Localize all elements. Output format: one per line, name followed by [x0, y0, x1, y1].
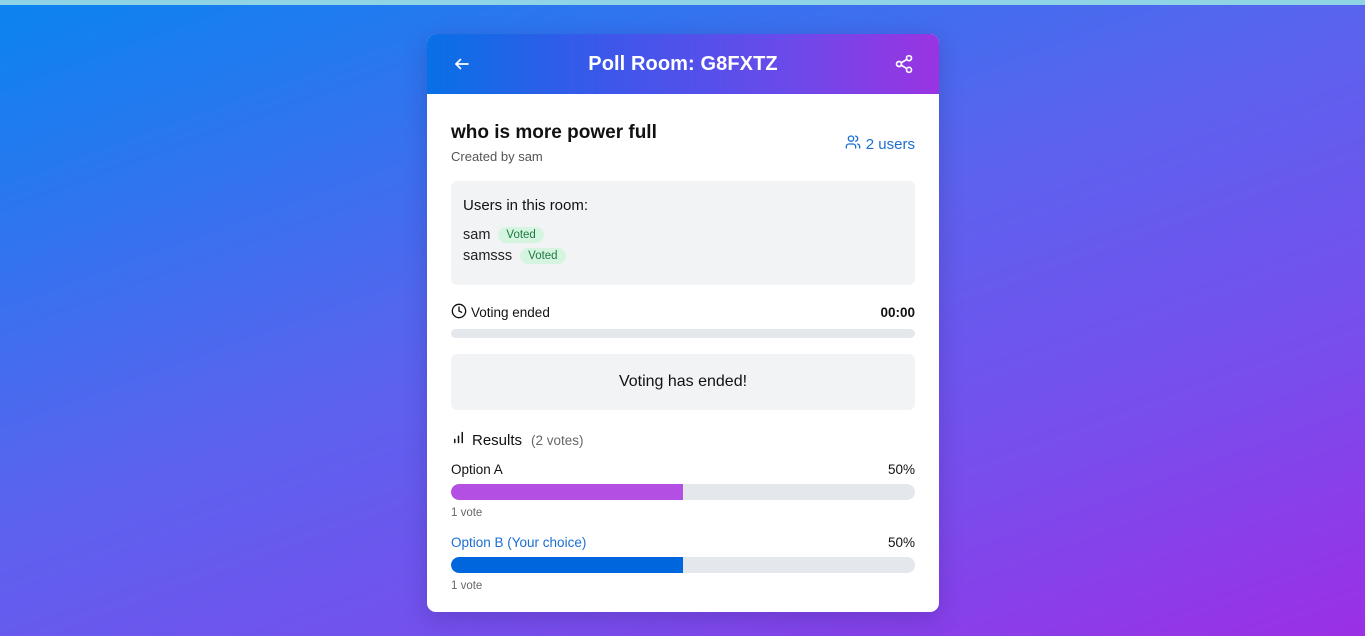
poll-room-header: Poll Room: G8FXTZ: [427, 34, 939, 94]
users-in-room-panel: Users in this room: sam Voted samsss Vot…: [451, 181, 915, 285]
results-total-votes: (2 votes): [531, 432, 584, 448]
timer-row: Voting ended 00:00: [451, 303, 915, 322]
result-option: Option B (Your choice) 50% 1 vote: [451, 535, 915, 592]
poll-content: who is more power full Created by sam 2 …: [427, 94, 939, 592]
users-count-label: 2 users: [865, 135, 915, 153]
timer-label: Voting ended: [451, 303, 550, 322]
option-progress-bar: [451, 484, 915, 500]
arrow-left-icon[interactable]: [451, 53, 473, 75]
users-icon: [845, 134, 861, 154]
top-accent-line: [0, 0, 1365, 5]
option-progress-fill: [451, 484, 683, 500]
timer-label-text: Voting ended: [471, 305, 550, 320]
results-heading: Results (2 votes): [451, 430, 915, 450]
users-count-button[interactable]: 2 users: [845, 134, 915, 154]
timer-progress-bar: [451, 329, 915, 338]
option-votes: 1 vote: [451, 580, 483, 592]
clock-icon: [451, 303, 467, 322]
bar-chart-icon: [451, 430, 466, 450]
option-percent: 50%: [887, 535, 915, 550]
timer-value: 00:00: [880, 305, 915, 320]
option-votes: 1 vote: [451, 507, 483, 519]
poll-heading: who is more power full Created by sam 2 …: [451, 120, 915, 164]
option-percent: 50%: [887, 462, 915, 477]
page-title: Poll Room: G8FXTZ: [588, 52, 778, 75]
voting-ended-message: Voting has ended!: [618, 373, 748, 390]
user-row: sam Voted: [463, 227, 903, 243]
user-row: samsss Voted: [463, 248, 903, 264]
results-title: Results: [472, 431, 523, 449]
voted-badge: Voted: [498, 227, 544, 243]
user-name: sam: [463, 227, 491, 243]
result-option-row: Option B (Your choice) 50%: [451, 535, 915, 550]
voting-ended-banner: Voting has ended!: [451, 354, 915, 410]
option-label: Option B (Your choice): [451, 535, 587, 550]
poll-creator: Created by sam: [451, 149, 543, 164]
option-progress-bar: [451, 557, 915, 573]
voted-badge: Voted: [520, 248, 566, 264]
user-name: samsss: [463, 248, 513, 264]
users-panel-title: Users in this room:: [463, 197, 589, 214]
result-option-row: Option A 50%: [451, 462, 915, 477]
poll-question: who is more power full: [451, 122, 657, 143]
poll-room-card: Poll Room: G8FXTZ who is more power full…: [427, 34, 939, 612]
share-icon[interactable]: [893, 53, 915, 75]
option-progress-fill: [451, 557, 683, 573]
result-option: Option A 50% 1 vote: [451, 462, 915, 519]
option-label: Option A: [451, 462, 503, 477]
